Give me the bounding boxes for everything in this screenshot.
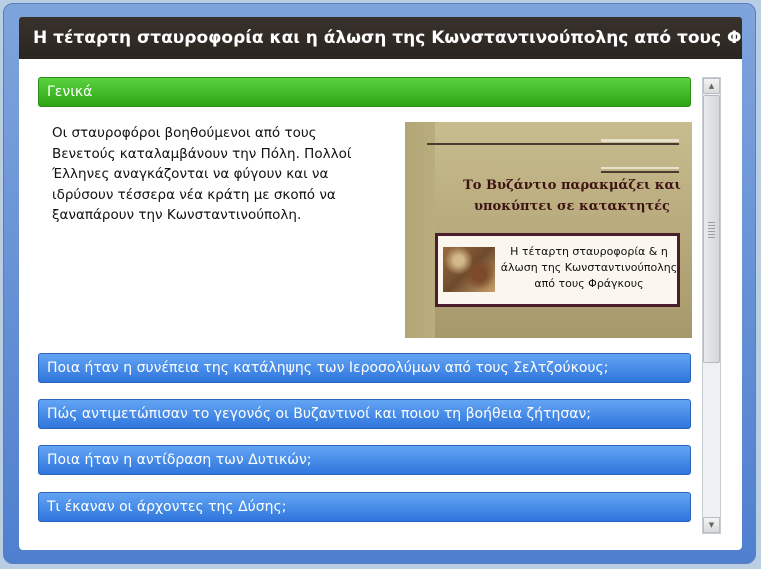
accordion-header-q3[interactable]: Ποια ήταν η αντίδραση των Δυτικών; bbox=[38, 445, 691, 475]
general-text: Οι σταυροφόροι βοηθούμενοι από τους Βενε… bbox=[52, 125, 352, 223]
accordion-header-general[interactable]: Γενικά bbox=[38, 77, 691, 107]
content-panel: Γενικά Οι σταυροφόροι βοηθούμενοι από το… bbox=[19, 59, 742, 550]
thumbnail-caption: Η τέταρτη σταυροφορία & η άλωση της Κωνσ… bbox=[500, 245, 678, 290]
vertical-scrollbar[interactable]: ▲ ▼ bbox=[702, 77, 721, 534]
accordion-header-q2[interactable]: Πώς αντιμετώπισαν το γεγονός οι Βυζαντιν… bbox=[38, 399, 691, 429]
decor-line bbox=[601, 139, 679, 142]
scroll-up-button[interactable]: ▲ bbox=[703, 78, 720, 94]
decor-line bbox=[601, 167, 679, 169]
decor-line bbox=[601, 171, 679, 173]
thumbnail-card: Η τέταρτη σταυροφορία & η άλωση της Κωνσ… bbox=[435, 233, 680, 307]
slide-thumbnail: Το Βυζάντιο παρακμάζει και υποκύπτει σε … bbox=[405, 122, 692, 338]
page-title: Η τέταρτη σταυροφορία και η άλωση της Κω… bbox=[19, 17, 742, 59]
accordion-header-q1[interactable]: Ποια ήταν η συνέπεια της κατάληψης των Ι… bbox=[38, 353, 691, 383]
thumbnail-heading: Το Βυζάντιο παρακμάζει και υποκύπτει σε … bbox=[463, 178, 681, 214]
battle-painting-image bbox=[443, 247, 495, 292]
scrollbar-thumb[interactable] bbox=[703, 95, 720, 363]
chevron-up-icon: ▲ bbox=[708, 82, 715, 90]
chevron-down-icon: ▼ bbox=[708, 521, 715, 529]
grip-icon bbox=[708, 222, 715, 238]
decor-line bbox=[427, 143, 679, 145]
scroll-down-button[interactable]: ▼ bbox=[703, 517, 720, 533]
accordion-header-q4[interactable]: Τι έκαναν οι άρχοντες της Δύσης; bbox=[38, 492, 691, 522]
